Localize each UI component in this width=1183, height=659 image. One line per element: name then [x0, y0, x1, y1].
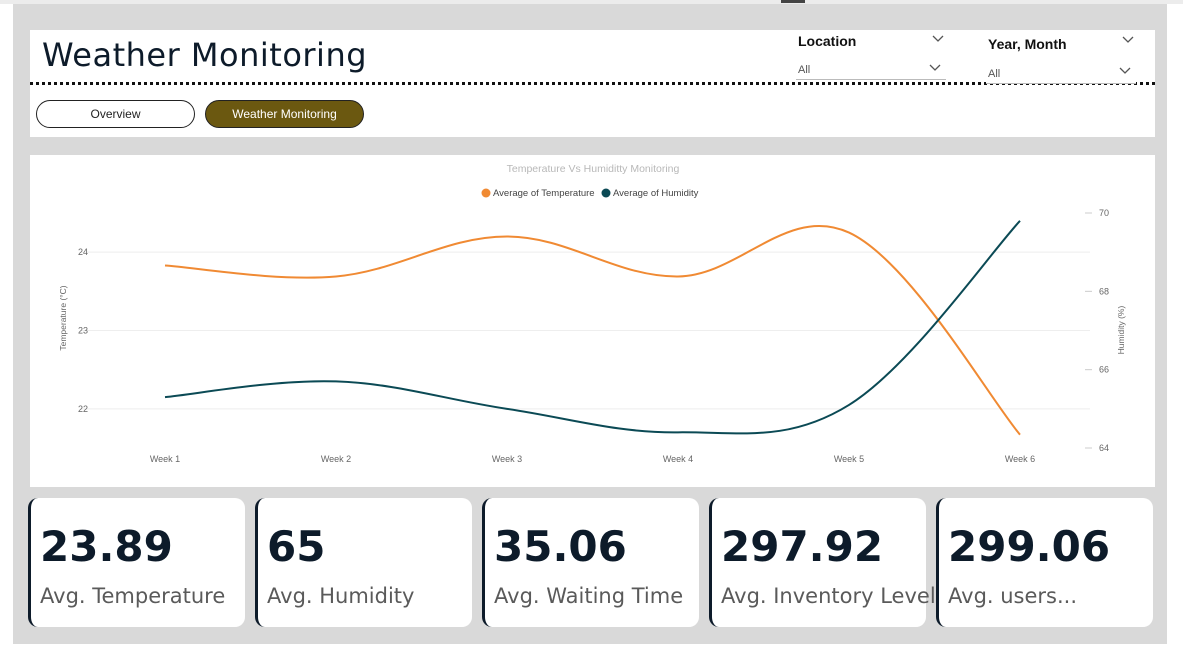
- chevron-down-icon[interactable]: [1121, 35, 1135, 45]
- chevron-down-icon[interactable]: [928, 63, 942, 73]
- y-tick-label: 22: [78, 404, 88, 414]
- avg-humidity-card: 65 Avg. Humidity: [255, 498, 472, 627]
- year-month-slicer-value: All: [988, 68, 1001, 80]
- kpi-value: 299.06: [948, 522, 1111, 571]
- x-tick-label: Week 1: [150, 454, 180, 464]
- humidity-legend-label: Average of Humidity: [613, 188, 699, 199]
- chevron-down-icon[interactable]: [931, 34, 945, 44]
- chevron-down-icon[interactable]: [1118, 66, 1132, 76]
- year-month-slicer-dropdown[interactable]: All: [986, 60, 1136, 84]
- chart-gridlines: [80, 251, 1090, 410]
- y2-tick-label: 70: [1099, 208, 1109, 218]
- y2-tick-label: 64: [1099, 443, 1109, 453]
- kpi-label: Avg. users...: [948, 584, 1078, 608]
- humidity-series-line[interactable]: [164, 220, 1021, 435]
- y2-tick-label: 68: [1099, 286, 1109, 296]
- y-tick-label: 23: [78, 326, 88, 336]
- kpi-value: 65: [267, 522, 326, 571]
- humidity-legend-marker: [601, 188, 611, 198]
- year-month-slicer-label: Year, Month: [988, 36, 1067, 52]
- temperature-humidity-chart-card: Temperature Vs Humiditty Monitoring Aver…: [30, 155, 1155, 487]
- kpi-value: 297.92: [721, 522, 884, 571]
- weather-monitoring-nav-button[interactable]: Weather Monitoring: [205, 100, 364, 128]
- x-tick-label: Week 6: [1005, 454, 1035, 464]
- x-tick-label: Week 4: [663, 454, 693, 464]
- location-slicer-value: All: [798, 64, 811, 76]
- kpi-label: Avg. Temperature: [40, 584, 226, 608]
- temperature-legend-marker: [481, 188, 491, 198]
- kpi-value: 23.89: [40, 522, 173, 571]
- chart-axis-ticks: 22 23 24 64 66 68 70 Week 1 Week 2 Week 3 Week 4 We…: [78, 208, 1109, 464]
- x-tick-label: Week 3: [492, 454, 522, 464]
- kpi-value: 35.06: [494, 522, 627, 571]
- x-tick-label: Week 5: [834, 454, 864, 464]
- y-tick-label: 24: [78, 247, 88, 257]
- y2-tick-label: 66: [1099, 365, 1109, 375]
- avg-temperature-card: 23.89 Avg. Temperature: [28, 498, 245, 627]
- drag-handle[interactable]: [781, 0, 805, 3]
- avg-users-card: 299.06 Avg. users...: [936, 498, 1153, 627]
- location-slicer-dropdown[interactable]: All: [796, 56, 946, 80]
- x-tick-label: Week 2: [321, 454, 351, 464]
- kpi-label: Avg. Inventory Level: [721, 584, 936, 608]
- location-slicer-label: Location: [798, 33, 857, 49]
- avg-inventory-level-card: 297.92 Avg. Inventory Level: [709, 498, 936, 627]
- chart-title: Temperature Vs Humiditty Monitoring: [507, 163, 680, 175]
- kpi-label: Avg. Waiting Time: [494, 584, 684, 608]
- avg-waiting-time-card: 35.06 Avg. Waiting Time: [482, 498, 699, 627]
- y-axis-title: Temperature (°C): [58, 285, 68, 350]
- chart-legend: Average of Temperature Average of Humidi…: [481, 188, 699, 199]
- temperature-legend-label: Average of Temperature: [493, 188, 595, 199]
- temperature-humidity-chart: Temperature Vs Humiditty Monitoring Aver…: [58, 163, 1126, 464]
- y2-axis-title: Humidity (%): [1116, 306, 1126, 355]
- overview-nav-button[interactable]: Overview: [36, 100, 195, 128]
- chart-series: [164, 220, 1021, 436]
- kpi-label: Avg. Humidity: [267, 584, 415, 608]
- report-header: Weather Monitoring Overview Weather Moni…: [30, 30, 1155, 137]
- page-title: Weather Monitoring: [42, 36, 368, 74]
